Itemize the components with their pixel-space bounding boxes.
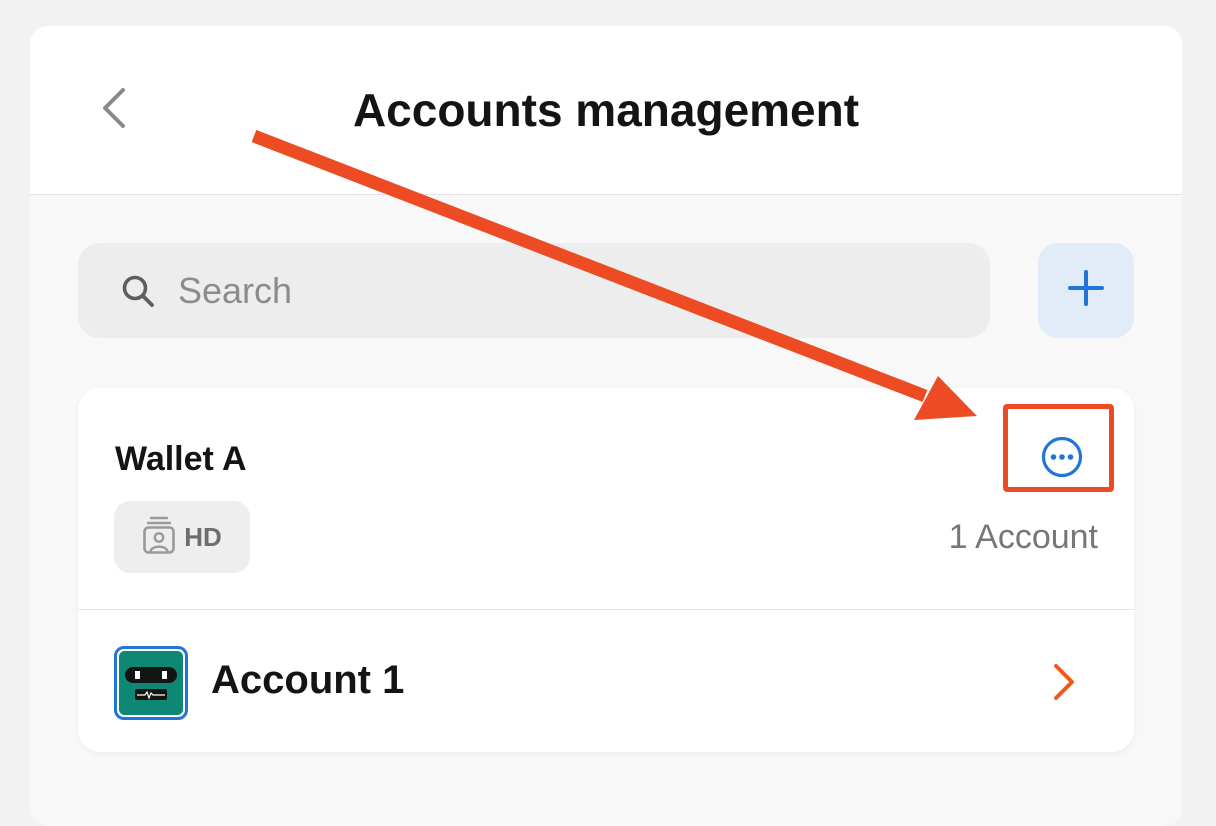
add-wallet-button[interactable] bbox=[1038, 243, 1134, 338]
header: Accounts management bbox=[30, 26, 1182, 195]
more-horizontal-circle-icon bbox=[1040, 435, 1084, 484]
page-title: Accounts management bbox=[352, 84, 860, 136]
wallet-card: Wallet A HD 1 Account Account 1 bbox=[78, 388, 1134, 752]
chevron-right-icon bbox=[1044, 652, 1084, 712]
plus-icon bbox=[1066, 268, 1106, 313]
account-name: Account 1 bbox=[211, 658, 405, 702]
accounts-management-panel: Accounts management Wallet A bbox=[30, 26, 1182, 826]
account-count: 1 Account bbox=[948, 518, 1098, 556]
wallet-more-button[interactable] bbox=[1032, 426, 1092, 492]
search-icon bbox=[120, 273, 156, 309]
account-row[interactable]: Account 1 bbox=[78, 610, 1134, 752]
robot-avatar-icon bbox=[114, 646, 188, 720]
search-input[interactable] bbox=[176, 268, 940, 313]
hd-badge-label: HD bbox=[184, 521, 222, 552]
hd-badge: HD bbox=[114, 501, 250, 573]
wallet-name: Wallet A bbox=[115, 440, 247, 478]
hd-wallet-icon bbox=[142, 515, 176, 560]
search-bar[interactable] bbox=[78, 243, 990, 338]
